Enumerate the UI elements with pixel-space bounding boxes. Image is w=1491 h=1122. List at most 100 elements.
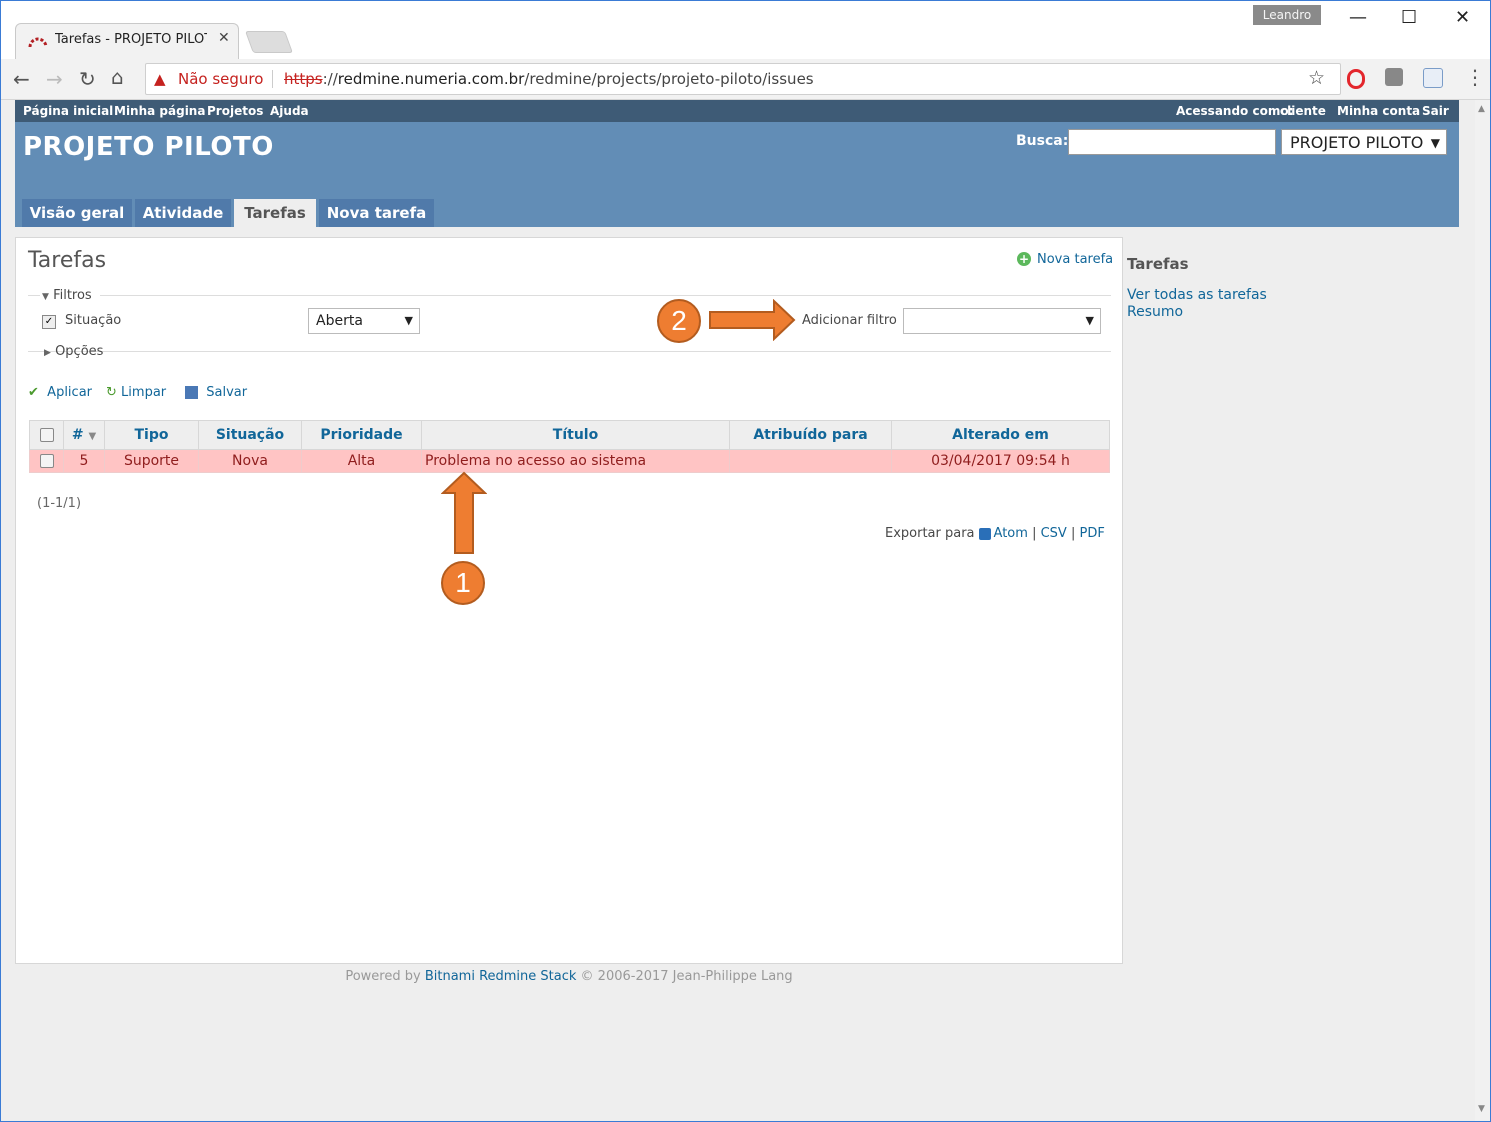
chevron-down-icon: ▼	[1430, 136, 1440, 150]
top-menu-home[interactable]: Página inicial	[23, 104, 113, 118]
annotation-callout-2: 2	[657, 299, 701, 343]
export-label: Exportar para	[885, 526, 975, 541]
footer-powered-by: Powered by	[345, 969, 421, 984]
filters-bottom-border	[28, 351, 1111, 352]
cast-extension-icon[interactable]	[1423, 68, 1443, 88]
back-icon[interactable]: ←	[13, 67, 30, 91]
row-checkbox[interactable]	[39, 454, 54, 468]
home-icon[interactable]: ⌂	[111, 65, 124, 89]
extension-icon[interactable]	[1385, 68, 1403, 86]
url-path: /redmine/projects/projeto-piloto/issues	[524, 70, 814, 88]
apply-button[interactable]: ✔ Aplicar	[28, 385, 92, 400]
redmine-page: Página inicial Minha página Projetos Aju…	[1, 100, 1475, 1121]
export-separator: |	[1032, 526, 1037, 541]
export-csv-link[interactable]: CSV	[1041, 526, 1067, 541]
status-filter-checkbox[interactable]: ✓	[42, 315, 56, 329]
select-all-header[interactable]	[29, 420, 64, 450]
sidebar-link-all-issues[interactable]: Ver todas as tarefas	[1127, 287, 1267, 303]
column-alterado[interactable]: Alterado em	[891, 420, 1110, 450]
logged-as-label: Acessando como:	[1176, 104, 1294, 118]
column-tipo[interactable]: Tipo	[104, 420, 199, 450]
add-filter-select[interactable]: ▼	[903, 308, 1101, 334]
tab-activity[interactable]: Atividade	[135, 199, 231, 227]
column-id-label: #	[71, 427, 84, 443]
browser-window: Tarefas - PROJETO PILOTO ✕ Leandro — ☐ ✕…	[0, 0, 1491, 1122]
row-select-cell[interactable]	[29, 449, 64, 473]
table-header-row: # ▼ Tipo Situação Prioridade Título Atri…	[29, 420, 1110, 450]
save-label: Salvar	[206, 385, 248, 400]
chevron-down-icon: ▼	[404, 314, 413, 327]
save-query-button[interactable]: Salvar	[185, 385, 247, 400]
select-all-checkbox[interactable]	[39, 428, 54, 442]
sidebar-link-summary[interactable]: Resumo	[1127, 304, 1183, 320]
tab-overview[interactable]: Visão geral	[22, 199, 132, 227]
url-separator: ://	[322, 70, 338, 88]
menu-kebab-icon[interactable]: ⋮	[1465, 65, 1485, 89]
my-account-link[interactable]: Minha conta	[1337, 104, 1420, 118]
address-bar[interactable]: ▲ Não seguro https://redmine.numeria.com…	[145, 63, 1341, 95]
issue-subject[interactable]: Problema no acesso ao sistema	[421, 449, 730, 473]
scroll-down-icon[interactable]: ▼	[1478, 1104, 1485, 1114]
clear-button[interactable]: ↻ Limpar	[106, 385, 166, 400]
tab-issues[interactable]: Tarefas	[234, 199, 316, 227]
issue-priority: Alta	[301, 449, 422, 473]
options-legend[interactable]: ▶ Opções	[44, 344, 103, 359]
footer-link[interactable]: Bitnami Redmine Stack	[425, 969, 577, 984]
reload-icon[interactable]: ↻	[79, 67, 96, 91]
scrollbar[interactable]: ▲ ▼	[1475, 100, 1490, 1121]
top-menu-projects[interactable]: Projetos	[207, 104, 263, 118]
maximize-icon[interactable]: ☐	[1401, 7, 1417, 28]
address-separator	[272, 70, 273, 88]
check-icon: ✔	[28, 385, 39, 400]
top-menu-my-page[interactable]: Minha página	[114, 104, 205, 118]
opera-extension-icon[interactable]	[1347, 69, 1365, 89]
issue-updated: 03/04/2017 09:54 h	[891, 449, 1110, 473]
top-menu: Página inicial Minha página Projetos Aju…	[15, 100, 1459, 122]
new-tab-button[interactable]	[244, 31, 294, 53]
status-filter-value: Aberta	[316, 313, 363, 329]
column-situacao[interactable]: Situação	[198, 420, 302, 450]
column-id[interactable]: # ▼	[63, 420, 105, 450]
footer-copyright: © 2006-2017 Jean-Philippe Lang	[580, 969, 793, 984]
expand-arrow-icon: ▶	[44, 348, 51, 358]
minimize-icon[interactable]: —	[1349, 7, 1367, 28]
pagination: (1-1/1)	[37, 496, 82, 511]
tab-new-issue[interactable]: Nova tarefa	[319, 199, 434, 227]
table-row[interactable]: 5 Suporte Nova Alta Problema no acesso a…	[29, 449, 1110, 473]
filters-legend[interactable]: ▼ Filtros	[42, 288, 92, 303]
apply-label: Aplicar	[47, 385, 92, 400]
issue-assignee	[729, 449, 892, 473]
browser-tab[interactable]: Tarefas - PROJETO PILOTO ✕	[15, 23, 239, 60]
url-domain: redmine.numeria.com.br	[337, 70, 525, 88]
bookmark-star-icon[interactable]: ☆	[1308, 67, 1325, 89]
issue-id[interactable]: 5	[63, 449, 105, 473]
column-titulo[interactable]: Título	[421, 420, 730, 450]
not-secure-label: Não seguro	[178, 70, 264, 88]
top-menu-help[interactable]: Ajuda	[270, 104, 309, 118]
status-filter-select[interactable]: Aberta ▼	[308, 308, 420, 334]
filters-border-left	[28, 295, 40, 296]
new-issue-link[interactable]: + Nova tarefa	[1017, 252, 1113, 267]
collapse-arrow-icon: ▼	[42, 292, 49, 302]
logout-link[interactable]: Sair	[1422, 104, 1449, 118]
clear-label: Limpar	[121, 385, 167, 400]
export-atom-link[interactable]: Atom	[994, 526, 1028, 541]
search-label: Busca:	[1016, 133, 1069, 149]
project-jump-select[interactable]: PROJETO PILOTO ▼	[1281, 129, 1447, 155]
url-text: https://redmine.numeria.com.br/redmine/p…	[284, 70, 814, 88]
export-pdf-link[interactable]: PDF	[1080, 526, 1105, 541]
search-input[interactable]	[1068, 129, 1276, 155]
forward-icon[interactable]: →	[46, 67, 63, 91]
close-window-icon[interactable]: ✕	[1455, 7, 1470, 28]
url-scheme: https	[284, 70, 323, 88]
column-atribuido[interactable]: Atribuído para	[729, 420, 892, 450]
options-label: Opções	[55, 344, 104, 359]
warning-icon: ▲	[154, 70, 166, 88]
annotation-arrow-right-icon	[709, 299, 796, 341]
column-prioridade[interactable]: Prioridade	[301, 420, 422, 450]
scroll-up-icon[interactable]: ▲	[1478, 104, 1485, 114]
sidebar-title: Tarefas	[1127, 255, 1189, 273]
close-tab-icon[interactable]: ✕	[218, 30, 230, 46]
profile-badge[interactable]: Leandro	[1253, 5, 1321, 25]
logged-user[interactable]: cliente	[1280, 104, 1326, 118]
